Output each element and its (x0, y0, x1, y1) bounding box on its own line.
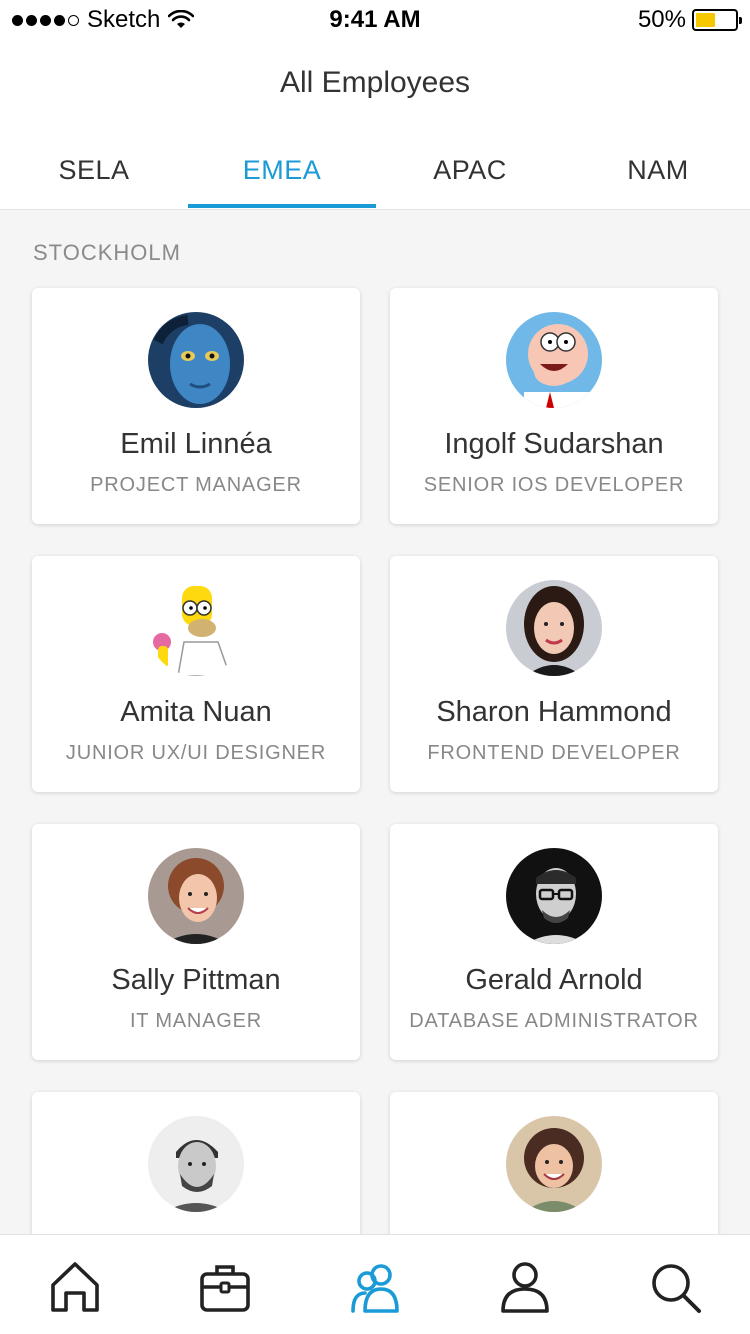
employee-card[interactable]: Sharon Hammond FRONTEND DEVELOPER (390, 556, 718, 792)
tab-sela[interactable]: SELA (0, 140, 188, 210)
cartoon-man-avatar (506, 312, 602, 408)
employee-role: FRONTEND DEVELOPER (427, 742, 681, 764)
employee-name: Sharon Hammond (436, 696, 672, 728)
status-right: 50% (637, 6, 742, 34)
tab-nam[interactable]: NAM (564, 140, 750, 210)
employee-role: IT MANAGER (129, 1010, 263, 1032)
status-bar: Sketch 9:41 AM 50% (0, 0, 750, 40)
cartoon-yellow-man-avatar (148, 580, 244, 676)
person-icon[interactable] (497, 1259, 553, 1315)
battery-icon (692, 9, 742, 31)
employee-role: PROJECT MANAGER (90, 474, 302, 496)
search-icon[interactable] (647, 1259, 703, 1315)
employee-name: Amita Nuan (120, 696, 272, 728)
woman-dark-hair-avatar (506, 580, 602, 676)
man-beard-avatar (148, 1116, 244, 1212)
tab-apac[interactable]: APAC (376, 140, 564, 210)
employee-role: JUNIOR UX/UI DESIGNER (65, 742, 327, 764)
home-icon[interactable] (47, 1259, 103, 1315)
employee-card[interactable]: Amita Nuan JUNIOR UX/UI DESIGNER (32, 556, 360, 792)
blue-alien-avatar (148, 312, 244, 408)
active-tab-indicator (188, 204, 376, 208)
battery-percent: 50% (637, 6, 686, 33)
page-title: All Employees (279, 66, 471, 99)
employee-card[interactable]: Emil Linnéa PROJECT MANAGER (32, 288, 360, 524)
people-icon[interactable] (347, 1259, 403, 1315)
briefcase-icon[interactable] (197, 1259, 253, 1315)
employee-name: Sally Pittman (111, 964, 281, 996)
man-glasses-avatar (506, 848, 602, 944)
employee-card[interactable]: Ingolf Sudarshan SENIOR IOS DEVELOPER (390, 288, 718, 524)
header: All Employees SELA EMEA APAC NAM (0, 40, 750, 210)
region-tabs: SELA EMEA APAC NAM (0, 140, 750, 210)
employee-name: Gerald Arnold (465, 964, 643, 996)
tab-emea[interactable]: EMEA (188, 140, 376, 210)
employee-role: DATABASE ADMINISTRATOR (409, 1010, 699, 1032)
section-title: STOCKHOLM (33, 240, 181, 265)
employee-card[interactable]: Sally Pittman IT MANAGER (32, 824, 360, 1060)
bottom-tab-bar (0, 1234, 750, 1334)
battery-fill (696, 13, 715, 27)
employee-card[interactable]: Gerald Arnold DATABASE ADMINISTRATOR (390, 824, 718, 1060)
woman-smiling-avatar (506, 1116, 602, 1212)
employee-role: SENIOR IOS DEVELOPER (423, 474, 685, 496)
employee-name: Emil Linnéa (120, 428, 272, 460)
employee-name: Ingolf Sudarshan (444, 428, 664, 460)
woman-short-hair-avatar (148, 848, 244, 944)
